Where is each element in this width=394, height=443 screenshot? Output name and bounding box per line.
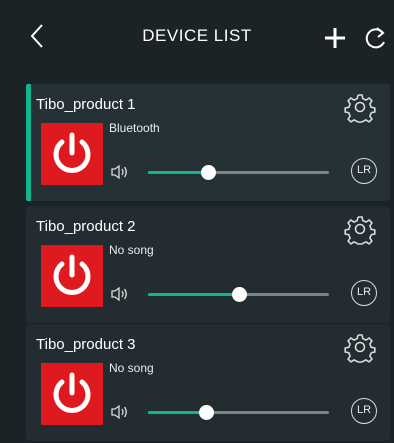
lr-channel-button[interactable]: LR bbox=[351, 158, 377, 184]
volume-slider-fill bbox=[148, 171, 208, 174]
gear-icon bbox=[344, 216, 376, 245]
plus-icon bbox=[325, 28, 345, 48]
device-settings-button[interactable] bbox=[344, 331, 376, 363]
device-name: Tibo_product 1 bbox=[36, 96, 136, 113]
volume-slider[interactable] bbox=[148, 165, 329, 180]
device-name: Tibo_product 3 bbox=[36, 336, 136, 353]
volume-slider-thumb[interactable] bbox=[200, 165, 216, 180]
lr-channel-button[interactable]: LR bbox=[351, 280, 377, 306]
power-icon bbox=[53, 132, 91, 173]
gear-icon bbox=[344, 94, 376, 123]
volume-slider-fill bbox=[148, 411, 206, 414]
lr-channel-button[interactable]: LR bbox=[351, 398, 377, 424]
volume-slider[interactable] bbox=[148, 405, 329, 420]
power-icon bbox=[53, 372, 91, 413]
refresh-button[interactable] bbox=[363, 24, 389, 52]
power-icon bbox=[53, 254, 91, 295]
playback-status: No song bbox=[109, 361, 154, 375]
device-settings-button[interactable] bbox=[344, 91, 376, 123]
speaker-icon bbox=[111, 164, 129, 180]
add-device-button[interactable] bbox=[322, 25, 348, 51]
refresh-icon bbox=[365, 27, 385, 49]
header-bar: DEVICE LIST bbox=[0, 0, 394, 78]
volume-slider-fill bbox=[148, 293, 239, 296]
playback-status: Bluetooth bbox=[109, 121, 160, 135]
playback-status: No song bbox=[109, 243, 154, 257]
power-button[interactable] bbox=[41, 363, 103, 425]
speaker-icon bbox=[111, 404, 129, 420]
volume-slider-thumb[interactable] bbox=[231, 287, 247, 302]
power-button[interactable] bbox=[41, 245, 103, 307]
device-settings-button[interactable] bbox=[344, 213, 376, 245]
volume-slider[interactable] bbox=[148, 287, 329, 302]
device-card[interactable]: Tibo_product 1 Bluetooth LR bbox=[26, 84, 390, 201]
speaker-icon bbox=[111, 286, 129, 302]
power-button[interactable] bbox=[41, 123, 103, 185]
volume-slider-thumb[interactable] bbox=[198, 405, 214, 420]
device-name: Tibo_product 2 bbox=[36, 218, 136, 235]
device-card[interactable]: Tibo_product 2 No song LR bbox=[26, 206, 390, 323]
selected-indicator bbox=[26, 84, 31, 201]
gear-icon bbox=[344, 334, 376, 363]
device-card[interactable]: Tibo_product 3 No song LR bbox=[26, 324, 390, 441]
